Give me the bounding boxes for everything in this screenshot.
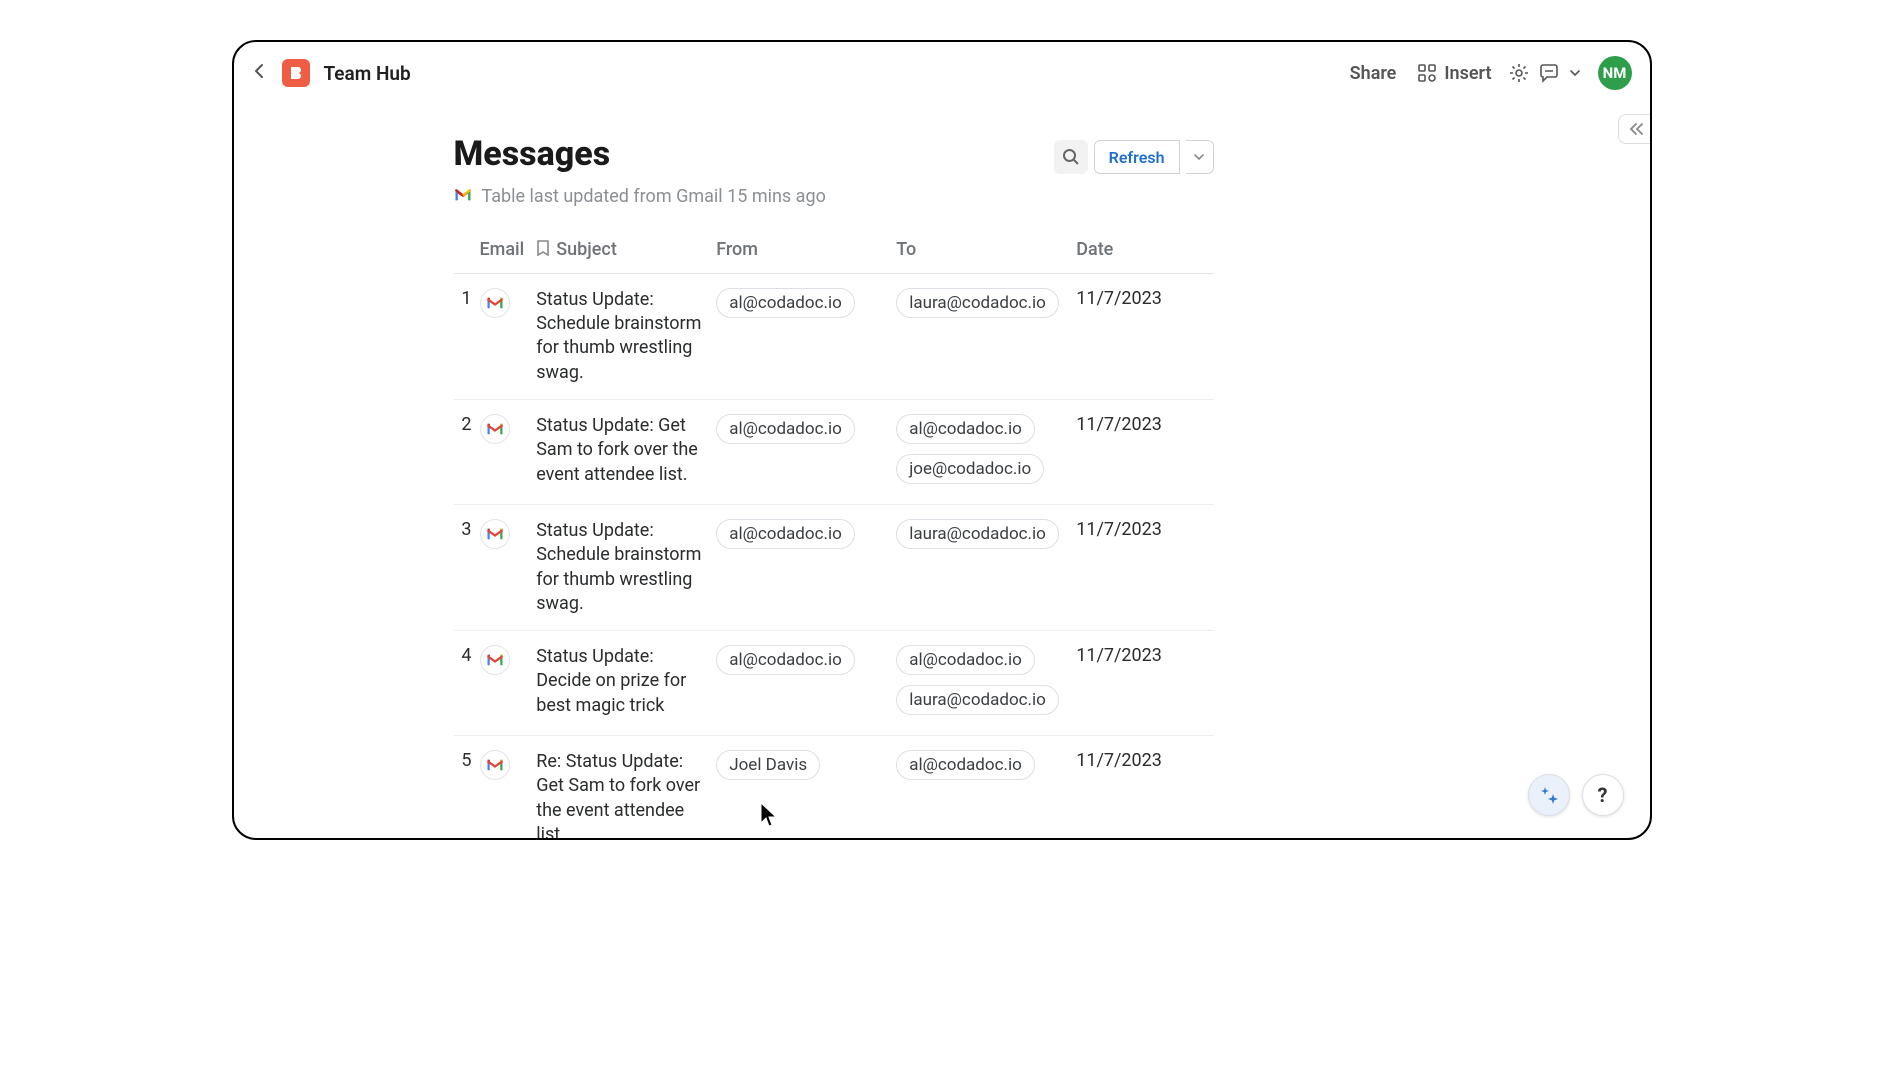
table-row[interactable]: 2 Status Update: Get Sam to fork over the… <box>454 399 1214 504</box>
email-cell[interactable] <box>480 736 537 840</box>
chevron-down-icon[interactable] <box>1564 62 1586 84</box>
sync-text: Table last updated from Gmail 15 mins ag… <box>482 186 826 207</box>
gmail-icon <box>480 645 510 675</box>
gmail-icon <box>480 414 510 444</box>
from-cell[interactable]: al@codadoc.io <box>716 631 896 736</box>
from-chip[interactable]: al@codadoc.io <box>716 645 855 675</box>
page-title: Messages <box>454 134 611 174</box>
subject-cell[interactable]: Status Update: Schedule brainstorm for t… <box>536 504 716 630</box>
to-chip[interactable]: al@codadoc.io <box>896 750 1035 780</box>
email-cell[interactable] <box>480 504 537 630</box>
gmail-icon <box>480 288 510 318</box>
from-cell[interactable]: Joel Davis <box>716 736 896 840</box>
messages-table: Email Subject From To Date 1 Status Updat… <box>454 229 1214 840</box>
avatar[interactable]: NM <box>1598 56 1632 90</box>
table-row[interactable]: 4 Status Update: Decide on prize for best… <box>454 631 1214 736</box>
topbar: Team Hub Share Insert NM <box>234 42 1650 104</box>
date-cell: 11/7/2023 <box>1076 399 1213 504</box>
to-cell[interactable]: al@codadoc.io joe@codadoc.io <box>896 399 1076 504</box>
row-number: 5 <box>454 736 480 840</box>
table-row[interactable]: 5 Re: Status Update: Get Sam to fork over… <box>454 736 1214 840</box>
date-cell: 11/7/2023 <box>1076 736 1213 840</box>
email-cell[interactable] <box>480 631 537 736</box>
to-chip[interactable]: laura@codadoc.io <box>896 685 1059 715</box>
back-arrow-icon[interactable] <box>252 63 272 83</box>
gmail-icon <box>454 186 472 207</box>
to-cell[interactable]: al@codadoc.io laura@codadoc.io <box>896 631 1076 736</box>
to-cell[interactable]: laura@codadoc.io <box>896 504 1076 630</box>
col-subject[interactable]: Subject <box>536 229 716 273</box>
email-cell[interactable] <box>480 399 537 504</box>
col-email[interactable]: Email <box>480 229 537 273</box>
insert-button[interactable]: Insert <box>1416 62 1491 84</box>
row-number: 4 <box>454 631 480 736</box>
from-chip[interactable]: al@codadoc.io <box>716 414 855 444</box>
to-chip[interactable]: laura@codadoc.io <box>896 519 1059 549</box>
from-cell[interactable]: al@codadoc.io <box>716 273 896 399</box>
row-number: 2 <box>454 399 480 504</box>
subject-cell[interactable]: Status Update: Get Sam to fork over the … <box>536 399 716 504</box>
insert-label: Insert <box>1444 63 1491 84</box>
row-number: 1 <box>454 273 480 399</box>
comment-icon[interactable] <box>1538 62 1560 84</box>
row-number: 3 <box>454 504 480 630</box>
to-chip[interactable]: joe@codadoc.io <box>896 454 1044 484</box>
coda-logo-icon <box>282 59 310 87</box>
gear-icon[interactable] <box>1508 62 1530 84</box>
gmail-icon <box>480 519 510 549</box>
app-window: Team Hub Share Insert NM Messages <box>232 40 1652 840</box>
col-from[interactable]: From <box>716 229 896 273</box>
refresh-button[interactable]: Refresh <box>1094 140 1180 174</box>
gmail-icon <box>480 750 510 780</box>
page-content: Messages Refresh Table last updated from… <box>234 104 1650 840</box>
col-to[interactable]: To <box>896 229 1076 273</box>
table-row[interactable]: 1 Status Update: Schedule brainstorm for … <box>454 273 1214 399</box>
help-button[interactable]: ? <box>1582 774 1624 816</box>
to-cell[interactable]: al@codadoc.io <box>896 736 1076 840</box>
from-cell[interactable]: al@codadoc.io <box>716 399 896 504</box>
search-button[interactable] <box>1054 140 1088 174</box>
to-cell[interactable]: laura@codadoc.io <box>896 273 1076 399</box>
date-cell: 11/7/2023 <box>1076 631 1213 736</box>
mouse-cursor <box>760 802 778 828</box>
from-chip[interactable]: al@codadoc.io <box>716 288 855 318</box>
subject-cell[interactable]: Status Update: Schedule brainstorm for t… <box>536 273 716 399</box>
to-chip[interactable]: al@codadoc.io <box>896 414 1035 444</box>
sync-status: Table last updated from Gmail 15 mins ag… <box>454 186 1590 207</box>
subject-cell[interactable]: Re: Status Update: Get Sam to fork over … <box>536 736 716 840</box>
doc-title[interactable]: Team Hub <box>324 62 411 85</box>
subject-cell[interactable]: Status Update: Decide on prize for best … <box>536 631 716 736</box>
date-cell: 11/7/2023 <box>1076 504 1213 630</box>
email-cell[interactable] <box>480 273 537 399</box>
ai-assist-button[interactable] <box>1528 774 1570 816</box>
to-chip[interactable]: laura@codadoc.io <box>896 288 1059 318</box>
from-chip[interactable]: Joel Davis <box>716 750 820 780</box>
share-button[interactable]: Share <box>1350 63 1397 84</box>
from-chip[interactable]: al@codadoc.io <box>716 519 855 549</box>
to-chip[interactable]: al@codadoc.io <box>896 645 1035 675</box>
date-cell: 11/7/2023 <box>1076 273 1213 399</box>
insert-icon <box>1416 62 1438 84</box>
col-date[interactable]: Date <box>1076 229 1213 273</box>
refresh-dropdown[interactable] <box>1186 140 1214 174</box>
from-cell[interactable]: al@codadoc.io <box>716 504 896 630</box>
bookmark-icon <box>536 240 550 261</box>
table-row[interactable]: 3 Status Update: Schedule brainstorm for … <box>454 504 1214 630</box>
collapse-panel-button[interactable] <box>1618 114 1652 144</box>
